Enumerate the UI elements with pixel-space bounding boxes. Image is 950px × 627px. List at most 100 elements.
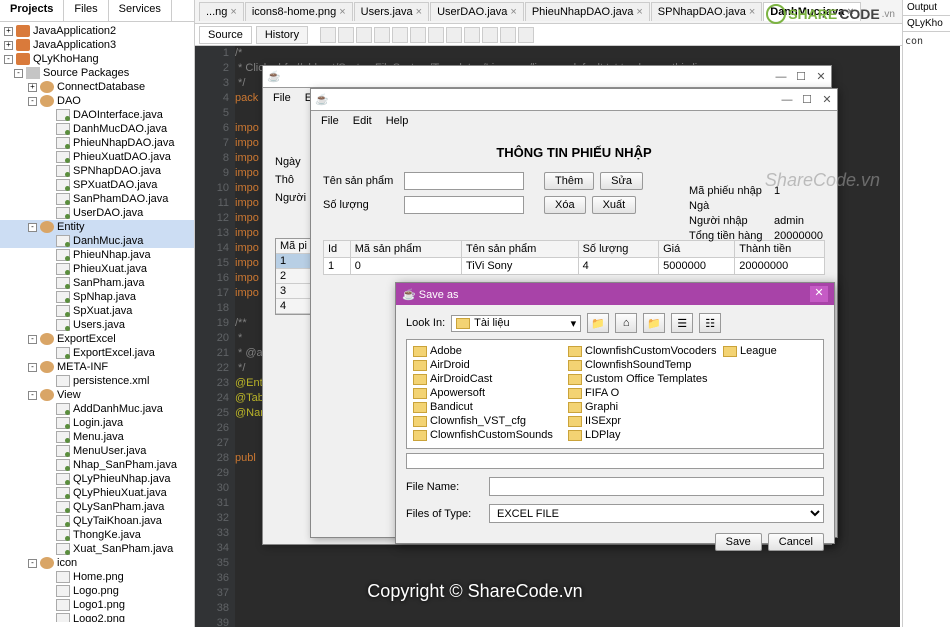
toolbar-icon[interactable] [446, 27, 462, 43]
toolbar-icon[interactable] [356, 27, 372, 43]
input-ten-sp[interactable] [404, 172, 524, 190]
tree-item[interactable]: SpXuat.java [0, 304, 194, 318]
tree-item[interactable]: PhieuXuat.java [0, 262, 194, 276]
expand-icon[interactable]: - [28, 391, 37, 400]
cancel-button[interactable]: Cancel [768, 533, 824, 551]
maximize-icon[interactable]: ☐ [801, 94, 813, 106]
tree-item[interactable]: SPNhapDAO.java [0, 164, 194, 178]
tree-item[interactable]: DanhMucDAO.java [0, 122, 194, 136]
them-button[interactable]: Thêm [544, 172, 594, 190]
tree-item[interactable]: MenuUser.java [0, 444, 194, 458]
output-tab[interactable]: QLyKho [903, 16, 950, 32]
tree-item[interactable]: Logo.png [0, 584, 194, 598]
menu-file[interactable]: File [267, 90, 297, 106]
tree-item[interactable]: DanhMuc.java [0, 234, 194, 248]
file-item[interactable]: Apowersoft [411, 386, 566, 400]
editor-tab[interactable]: Users.java× [354, 2, 429, 21]
tree-item[interactable]: -Entity [0, 220, 194, 234]
expand-icon[interactable]: + [4, 41, 13, 50]
sub-tab-history[interactable]: History [256, 26, 308, 44]
tree-item[interactable]: Xuat_SanPham.java [0, 542, 194, 556]
tree-item[interactable]: PhieuNhapDAO.java [0, 136, 194, 150]
editor-tab[interactable]: SPNhapDAO.java× [651, 2, 762, 21]
close-icon[interactable]: × [749, 6, 755, 18]
lookin-combo[interactable]: Tài liệu ▾ [451, 315, 581, 332]
file-item[interactable]: Custom Office Templates [566, 372, 721, 386]
tree-item[interactable]: DAOInterface.java [0, 108, 194, 122]
minimize-icon[interactable]: — [781, 94, 793, 106]
tree-item[interactable]: PhieuNhap.java [0, 248, 194, 262]
sub-tab-source[interactable]: Source [199, 26, 252, 44]
tree-item[interactable]: Users.java [0, 318, 194, 332]
file-item[interactable]: ClownfishSoundTemp [566, 358, 721, 372]
xuat-button[interactable]: Xuất [592, 196, 637, 214]
tree-item[interactable]: QLyTaiKhoan.java [0, 514, 194, 528]
file-item[interactable]: Graphi [566, 400, 721, 414]
tree-item[interactable]: -QLyKhoHang [0, 52, 194, 66]
close-icon[interactable]: ✕ [821, 94, 833, 106]
expand-icon[interactable]: - [28, 335, 37, 344]
file-item[interactable]: AirDroidCast [411, 372, 566, 386]
toolbar-icon[interactable] [500, 27, 516, 43]
product-table[interactable]: Id Mã sản phẩm Tên sản phẩm Số lượng Giá… [323, 240, 825, 275]
file-item[interactable]: ClownfishCustomVocoders [566, 344, 721, 358]
tree-item[interactable]: QLyPhieuXuat.java [0, 486, 194, 500]
table-row[interactable]: 1 0 TiVi Sony 4 5000000 20000000 [324, 258, 825, 275]
tree-item[interactable]: SpNhap.java [0, 290, 194, 304]
tree-item[interactable]: -META-INF [0, 360, 194, 374]
file-item[interactable]: League [721, 344, 824, 358]
menu-help[interactable]: Help [380, 113, 415, 129]
minimize-icon[interactable]: — [775, 71, 787, 83]
toolbar-icon[interactable] [428, 27, 444, 43]
expand-icon[interactable]: + [4, 27, 13, 36]
sua-button[interactable]: Sửa [600, 172, 643, 190]
tree-item[interactable]: ThongKe.java [0, 528, 194, 542]
tree-item[interactable]: PhieuXuatDAO.java [0, 150, 194, 164]
tree-item[interactable]: Login.java [0, 416, 194, 430]
input-so-luong[interactable] [404, 196, 524, 214]
expand-icon[interactable]: - [14, 69, 23, 78]
tab-projects[interactable]: Projects [0, 0, 64, 21]
file-item[interactable]: AirDroid [411, 358, 566, 372]
expand-icon[interactable]: - [28, 559, 37, 568]
maximize-icon[interactable]: ☐ [795, 71, 807, 83]
tree-item[interactable]: -icon [0, 556, 194, 570]
up-folder-icon[interactable]: 📁 [587, 313, 609, 333]
new-folder-icon[interactable]: 📁 [643, 313, 665, 333]
tree-item[interactable]: Nhap_SanPham.java [0, 458, 194, 472]
expand-icon[interactable]: - [28, 97, 37, 106]
close-icon[interactable]: × [416, 6, 422, 18]
toolbar-icon[interactable] [392, 27, 408, 43]
list-view-icon[interactable]: ☰ [671, 313, 693, 333]
tree-item[interactable]: +JavaApplication3 [0, 38, 194, 52]
tree-item[interactable]: persistence.xml [0, 374, 194, 388]
tree-item[interactable]: AddDanhMuc.java [0, 402, 194, 416]
menu-edit[interactable]: Edit [347, 113, 378, 129]
close-icon[interactable]: ✕ [815, 71, 827, 83]
toolbar-icon[interactable] [464, 27, 480, 43]
tree-item[interactable]: -ExportExcel [0, 332, 194, 346]
tree-item[interactable]: Logo1.png [0, 598, 194, 612]
close-icon[interactable]: × [230, 6, 236, 18]
file-item[interactable]: FIFA O [566, 386, 721, 400]
toolbar-icon[interactable] [320, 27, 336, 43]
close-icon[interactable]: ✕ [810, 286, 828, 302]
file-scroll[interactable] [406, 453, 824, 469]
editor-tab[interactable]: ...ng× [199, 2, 244, 21]
tree-item[interactable]: Home.png [0, 570, 194, 584]
tab-services[interactable]: Services [109, 0, 172, 21]
toolbar-icon[interactable] [410, 27, 426, 43]
tree-item[interactable]: ExportExcel.java [0, 346, 194, 360]
toolbar-icon[interactable] [482, 27, 498, 43]
editor-tab[interactable]: PhieuNhapDAO.java× [525, 2, 650, 21]
xoa-button[interactable]: Xóa [544, 196, 586, 214]
tree-item[interactable]: -DAO [0, 94, 194, 108]
expand-icon[interactable]: - [4, 55, 13, 64]
file-list[interactable]: AdobeAirDroidAirDroidCastApowersoftBandi… [406, 339, 824, 449]
detail-view-icon[interactable]: ☷ [699, 313, 721, 333]
project-tree[interactable]: +JavaApplication2+JavaApplication3-QLyKh… [0, 22, 194, 622]
toolbar-icon[interactable] [338, 27, 354, 43]
dialog2-titlebar[interactable]: ☕ — ☐ ✕ [311, 89, 837, 111]
editor-tab[interactable]: icons8-home.png× [245, 2, 353, 21]
tree-item[interactable]: SPXuatDAO.java [0, 178, 194, 192]
